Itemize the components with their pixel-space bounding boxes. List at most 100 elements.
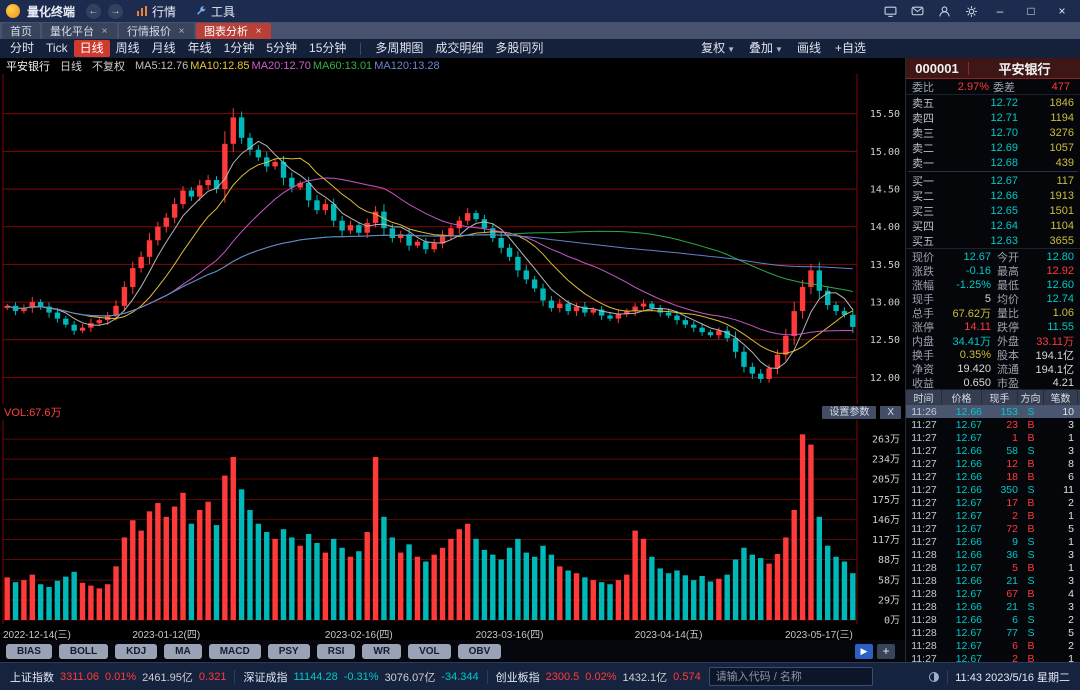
ask-row[interactable]: 卖五12.721846 (906, 95, 1080, 110)
tick-row[interactable]: 11:2712.672B1 (906, 509, 1080, 522)
period-tab[interactable]: 5分钟 (260, 40, 303, 57)
tab-home[interactable]: 首页 (2, 23, 40, 39)
bid-row[interactable]: 买五12.633655 (906, 233, 1080, 248)
tick-row[interactable]: 11:2812.6777S5 (906, 626, 1080, 639)
tick-row[interactable]: 11:2812.6621S3 (906, 574, 1080, 587)
account-button[interactable] (934, 3, 954, 19)
indicator-button[interactable]: BIAS (6, 644, 52, 659)
minimize-button[interactable]: – (988, 2, 1012, 20)
close-pane-button[interactable]: X (880, 406, 901, 419)
index-turnover: 1432.1亿 (623, 669, 668, 685)
tick-row[interactable]: 11:2712.672B1 (906, 652, 1080, 662)
bid-row[interactable]: 买二12.661913 (906, 188, 1080, 203)
toolbar-action[interactable]: 画线 (791, 40, 827, 57)
tick-row[interactable]: 11:2812.6636S3 (906, 548, 1080, 561)
toolbar-action[interactable]: 叠加▼ (743, 40, 789, 57)
column-header[interactable]: 时间 (906, 390, 942, 405)
tick-row[interactable]: 11:2712.6717B2 (906, 496, 1080, 509)
period-tab[interactable]: 月线 (146, 40, 182, 57)
bid-row[interactable]: 买四12.641104 (906, 218, 1080, 233)
tab-quote-board[interactable]: 行情报价 × (119, 23, 194, 39)
indicator-button[interactable]: PSY (268, 644, 310, 659)
volume-chart[interactable]: 0万29万58万88万117万146万175万205万234万263万 (0, 420, 905, 624)
indicator-button[interactable]: WR (362, 644, 401, 659)
period-tab[interactable]: 周线 (110, 40, 146, 57)
candlestick-chart[interactable]: 12.0012.5013.0013.5014.0014.5015.0015.50 (0, 74, 905, 404)
index-quote[interactable]: 深证成指11144.28-0.31%3076.07亿-34.344 (243, 669, 478, 685)
tick-row[interactable]: 11:2712.6772B5 (906, 522, 1080, 535)
toolbar-action[interactable]: +自选 (829, 40, 872, 57)
maximize-button[interactable]: □ (1019, 2, 1043, 20)
period-tab[interactable]: Tick (40, 40, 74, 57)
tick-row[interactable]: 11:2812.6621S3 (906, 600, 1080, 613)
tick-price: 12.67 (942, 419, 982, 431)
tick-row[interactable]: 11:2812.666S2 (906, 613, 1080, 626)
tick-row[interactable]: 11:2612.66153S10 (906, 405, 1080, 418)
indicator-button[interactable]: VOL (408, 644, 451, 659)
symbol-search-input[interactable] (709, 667, 873, 686)
tick-row[interactable]: 11:2712.6612B8 (906, 457, 1080, 470)
menu-quotes[interactable]: 行情 (130, 0, 182, 22)
indicator-button[interactable]: MACD (209, 644, 261, 659)
next-page-icon[interactable]: ▶ (855, 644, 873, 659)
toolbar-action[interactable]: 复权▼ (695, 40, 741, 57)
book-level-label: 买二 (912, 188, 942, 204)
tab-close-icon[interactable]: × (177, 26, 186, 37)
period-tab[interactable]: 日线 (74, 40, 110, 57)
svg-text:234万: 234万 (872, 455, 900, 466)
forward-button[interactable]: → (108, 4, 123, 19)
tick-row[interactable]: 11:2812.675B1 (906, 561, 1080, 574)
toolbar-action[interactable]: 多周期图 (369, 40, 429, 57)
back-button[interactable]: ← (86, 4, 101, 19)
indicator-button[interactable]: KDJ (115, 644, 157, 659)
tick-row[interactable]: 11:2712.669S1 (906, 535, 1080, 548)
ask-row[interactable]: 卖二12.691057 (906, 140, 1080, 155)
toolbar-action[interactable]: 成交明细 (429, 40, 489, 57)
indicator-button[interactable]: RSI (317, 644, 356, 659)
period-tab[interactable]: 15分钟 (303, 40, 352, 57)
toolbar-action[interactable]: 多股同列 (489, 40, 549, 57)
tab-chart-analysis[interactable]: 图表分析 × (196, 23, 271, 39)
tab-close-icon[interactable]: × (254, 26, 263, 37)
ask-row[interactable]: 卖一12.68439 (906, 155, 1080, 170)
bid-row[interactable]: 买一12.67117 (906, 173, 1080, 188)
tick-row[interactable]: 11:2712.66350S11 (906, 483, 1080, 496)
status-bar: 上证指数3311.060.01%2461.95亿0.321 深证成指11144.2… (0, 662, 1080, 690)
column-header[interactable]: 价格 (942, 390, 982, 405)
index-quote[interactable]: 上证指数3311.060.01%2461.95亿0.321 (10, 669, 226, 685)
tick-direction: S (1018, 549, 1044, 561)
bid-row[interactable]: 买三12.651501 (906, 203, 1080, 218)
tab-quant-platform[interactable]: 量化平台 × (42, 23, 117, 39)
screenshot-button[interactable] (880, 3, 900, 19)
index-quote[interactable]: 创业板指2300.50.02%1432.1亿0.574 (496, 669, 701, 685)
add-indicator-button[interactable]: + (877, 644, 895, 659)
tick-row[interactable]: 11:2812.6767B4 (906, 587, 1080, 600)
tick-row[interactable]: 11:2812.676B2 (906, 639, 1080, 652)
ask-row[interactable]: 卖四12.711194 (906, 110, 1080, 125)
tick-price: 12.67 (942, 653, 982, 663)
close-button[interactable]: × (1050, 2, 1074, 20)
tick-row[interactable]: 11:2712.671B1 (906, 431, 1080, 444)
indicator-settings-button[interactable]: 设置参数 (822, 406, 876, 419)
tick-row[interactable]: 11:2712.6618B6 (906, 470, 1080, 483)
stat-row: 涨跌-0.16最高12.92 (912, 263, 1074, 277)
period-tab[interactable]: 1分钟 (218, 40, 261, 57)
indicator-button[interactable]: MA (164, 644, 202, 659)
period-tab[interactable]: 年线 (182, 40, 218, 57)
column-header[interactable]: 方向 (1018, 390, 1044, 405)
column-header[interactable]: 笔数 (1044, 390, 1078, 405)
indicator-button[interactable]: OBV (458, 644, 502, 659)
ask-row[interactable]: 卖三12.703276 (906, 125, 1080, 140)
tab-close-icon[interactable]: × (100, 26, 109, 37)
message-button[interactable] (907, 3, 927, 19)
indicator-button[interactable]: BOLL (59, 644, 108, 659)
clock: 11:43 2023/5/16 星期二 (955, 669, 1070, 685)
menu-tools[interactable]: 工具 (189, 0, 241, 22)
tick-time: 11:26 (906, 406, 942, 418)
tick-time: 11:27 (906, 484, 942, 496)
tick-row[interactable]: 11:2712.6658S3 (906, 444, 1080, 457)
column-header[interactable]: 现手 (982, 390, 1018, 405)
settings-button[interactable] (961, 3, 981, 19)
period-tab[interactable]: 分时 (4, 40, 40, 57)
tick-row[interactable]: 11:2712.6723B3 (906, 418, 1080, 431)
